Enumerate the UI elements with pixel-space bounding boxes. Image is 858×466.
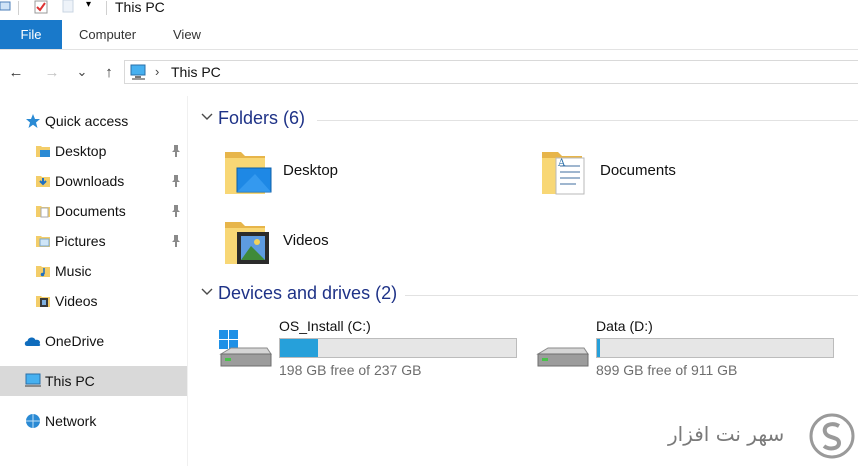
drive-free-space: 899 GB free of 911 GB (596, 362, 738, 378)
group-title: Folders (6) (218, 108, 306, 128)
pin-icon[interactable] (170, 204, 182, 218)
forward-button[interactable]: → (42, 62, 62, 82)
documents-folder-icon (36, 206, 50, 218)
tab-file[interactable]: File (0, 20, 62, 49)
star-icon (26, 114, 40, 128)
breadcrumb-this-pc[interactable]: This PC (171, 64, 221, 80)
documents-folder-icon: A (542, 152, 585, 195)
devices-group-header[interactable]: Devices and drives (2) (189, 283, 858, 307)
nav-item-this-pc[interactable]: This PC (0, 366, 187, 396)
pictures-folder-icon (36, 236, 50, 247)
folder-documents[interactable]: A Documents (538, 144, 838, 204)
nav-item-pictures[interactable]: Pictures (0, 226, 187, 256)
nav-item-onedrive[interactable]: OneDrive (0, 326, 187, 356)
nav-item-desktop[interactable]: Desktop (0, 136, 187, 166)
group-divider (405, 295, 858, 296)
folders-group-header[interactable]: Folders (6) (189, 108, 858, 132)
chevron-down-icon[interactable] (201, 286, 213, 298)
drive-usage-fill (280, 339, 318, 357)
this-pc-icon (130, 64, 146, 80)
back-button[interactable]: ← (6, 62, 26, 82)
onedrive-cloud-icon (24, 337, 41, 346)
properties-icon[interactable] (0, 0, 12, 14)
drive-usage-bar (279, 338, 517, 358)
pin-icon[interactable] (170, 174, 182, 188)
folder-videos[interactable]: Videos (221, 214, 521, 274)
toolbar-separator (106, 1, 107, 15)
system-drive-icon (219, 330, 272, 367)
drive-usage-fill (597, 339, 601, 357)
window-title: This PC (115, 0, 165, 15)
tab-view[interactable]: View (173, 20, 201, 49)
watermark: سهر نت افزار (668, 412, 858, 466)
folder-label: Documents (600, 162, 676, 179)
pin-icon[interactable] (170, 144, 182, 158)
folder-label: Videos (283, 232, 329, 249)
group-title: Devices and drives (2) (218, 283, 398, 303)
nav-label: Downloads (55, 173, 125, 189)
nav-label: OneDrive (45, 333, 105, 349)
address-row: ← → ⌄ ↑ › This PC (0, 58, 858, 86)
nav-label: Desktop (55, 143, 107, 159)
drive-d[interactable]: Data (D:) 899 GB free of 911 GB (534, 318, 854, 382)
drive-usage-bar (596, 338, 834, 358)
nav-item-downloads[interactable]: Downloads (0, 166, 187, 196)
checkbox-icon[interactable] (34, 0, 48, 14)
drive-name: Data (D:) (596, 318, 653, 334)
watermark-text: سهر نت افزار (668, 422, 785, 446)
drive-name: OS_Install (C:) (279, 318, 371, 334)
desktop-folder-icon (225, 152, 272, 194)
nav-label: Quick access (45, 113, 129, 129)
folder-label: Desktop (283, 162, 339, 179)
nav-label: Videos (55, 293, 98, 309)
desktop-folder-icon (36, 146, 50, 157)
svg-text:A: A (557, 158, 566, 169)
drive-c[interactable]: OS_Install (C:) 198 GB free of 237 GB (217, 318, 537, 382)
chevron-down-icon[interactable] (201, 111, 213, 123)
downloads-folder-icon (36, 176, 50, 187)
toolbar-separator (18, 1, 19, 15)
nav-item-network[interactable]: Network (0, 406, 187, 436)
customize-toolbar-chevron-icon[interactable]: ▾ (86, 0, 100, 13)
nav-label: Music (55, 263, 92, 279)
navigation-pane: Quick access Desktop Downloads Documents… (0, 96, 188, 466)
content-pane: Folders (6) Desktop A Documents Videos D… (189, 96, 858, 466)
nav-label: Documents (55, 203, 126, 219)
this-pc-icon (25, 373, 41, 387)
nav-label: This PC (45, 373, 95, 389)
nav-item-videos[interactable]: Videos (0, 286, 187, 316)
ribbon-tabs: File Computer View (0, 20, 858, 50)
address-bar[interactable]: › This PC (124, 60, 858, 84)
nav-label: Pictures (55, 233, 106, 249)
group-divider (317, 120, 858, 121)
folder-desktop[interactable]: Desktop (221, 144, 521, 204)
breadcrumb-separator[interactable]: › (155, 64, 159, 79)
watermark-logo-icon (809, 413, 855, 459)
network-icon (26, 414, 40, 428)
nav-item-music[interactable]: Music (0, 256, 187, 286)
nav-label: Network (45, 413, 97, 429)
new-folder-icon[interactable] (62, 0, 76, 14)
title-bar: ▾ This PC (0, 0, 858, 18)
music-folder-icon (36, 266, 50, 277)
up-button[interactable]: ↑ (99, 62, 119, 82)
nav-quick-access[interactable]: Quick access (0, 106, 187, 136)
tab-computer[interactable]: Computer (79, 20, 136, 49)
nav-item-documents[interactable]: Documents (0, 196, 187, 226)
videos-folder-icon (36, 296, 50, 307)
videos-folder-icon (225, 222, 269, 264)
pin-icon[interactable] (170, 234, 182, 248)
drive-free-space: 198 GB free of 237 GB (279, 362, 422, 378)
recent-locations-button[interactable]: ⌄ (72, 62, 92, 82)
drive-icon (536, 347, 589, 367)
